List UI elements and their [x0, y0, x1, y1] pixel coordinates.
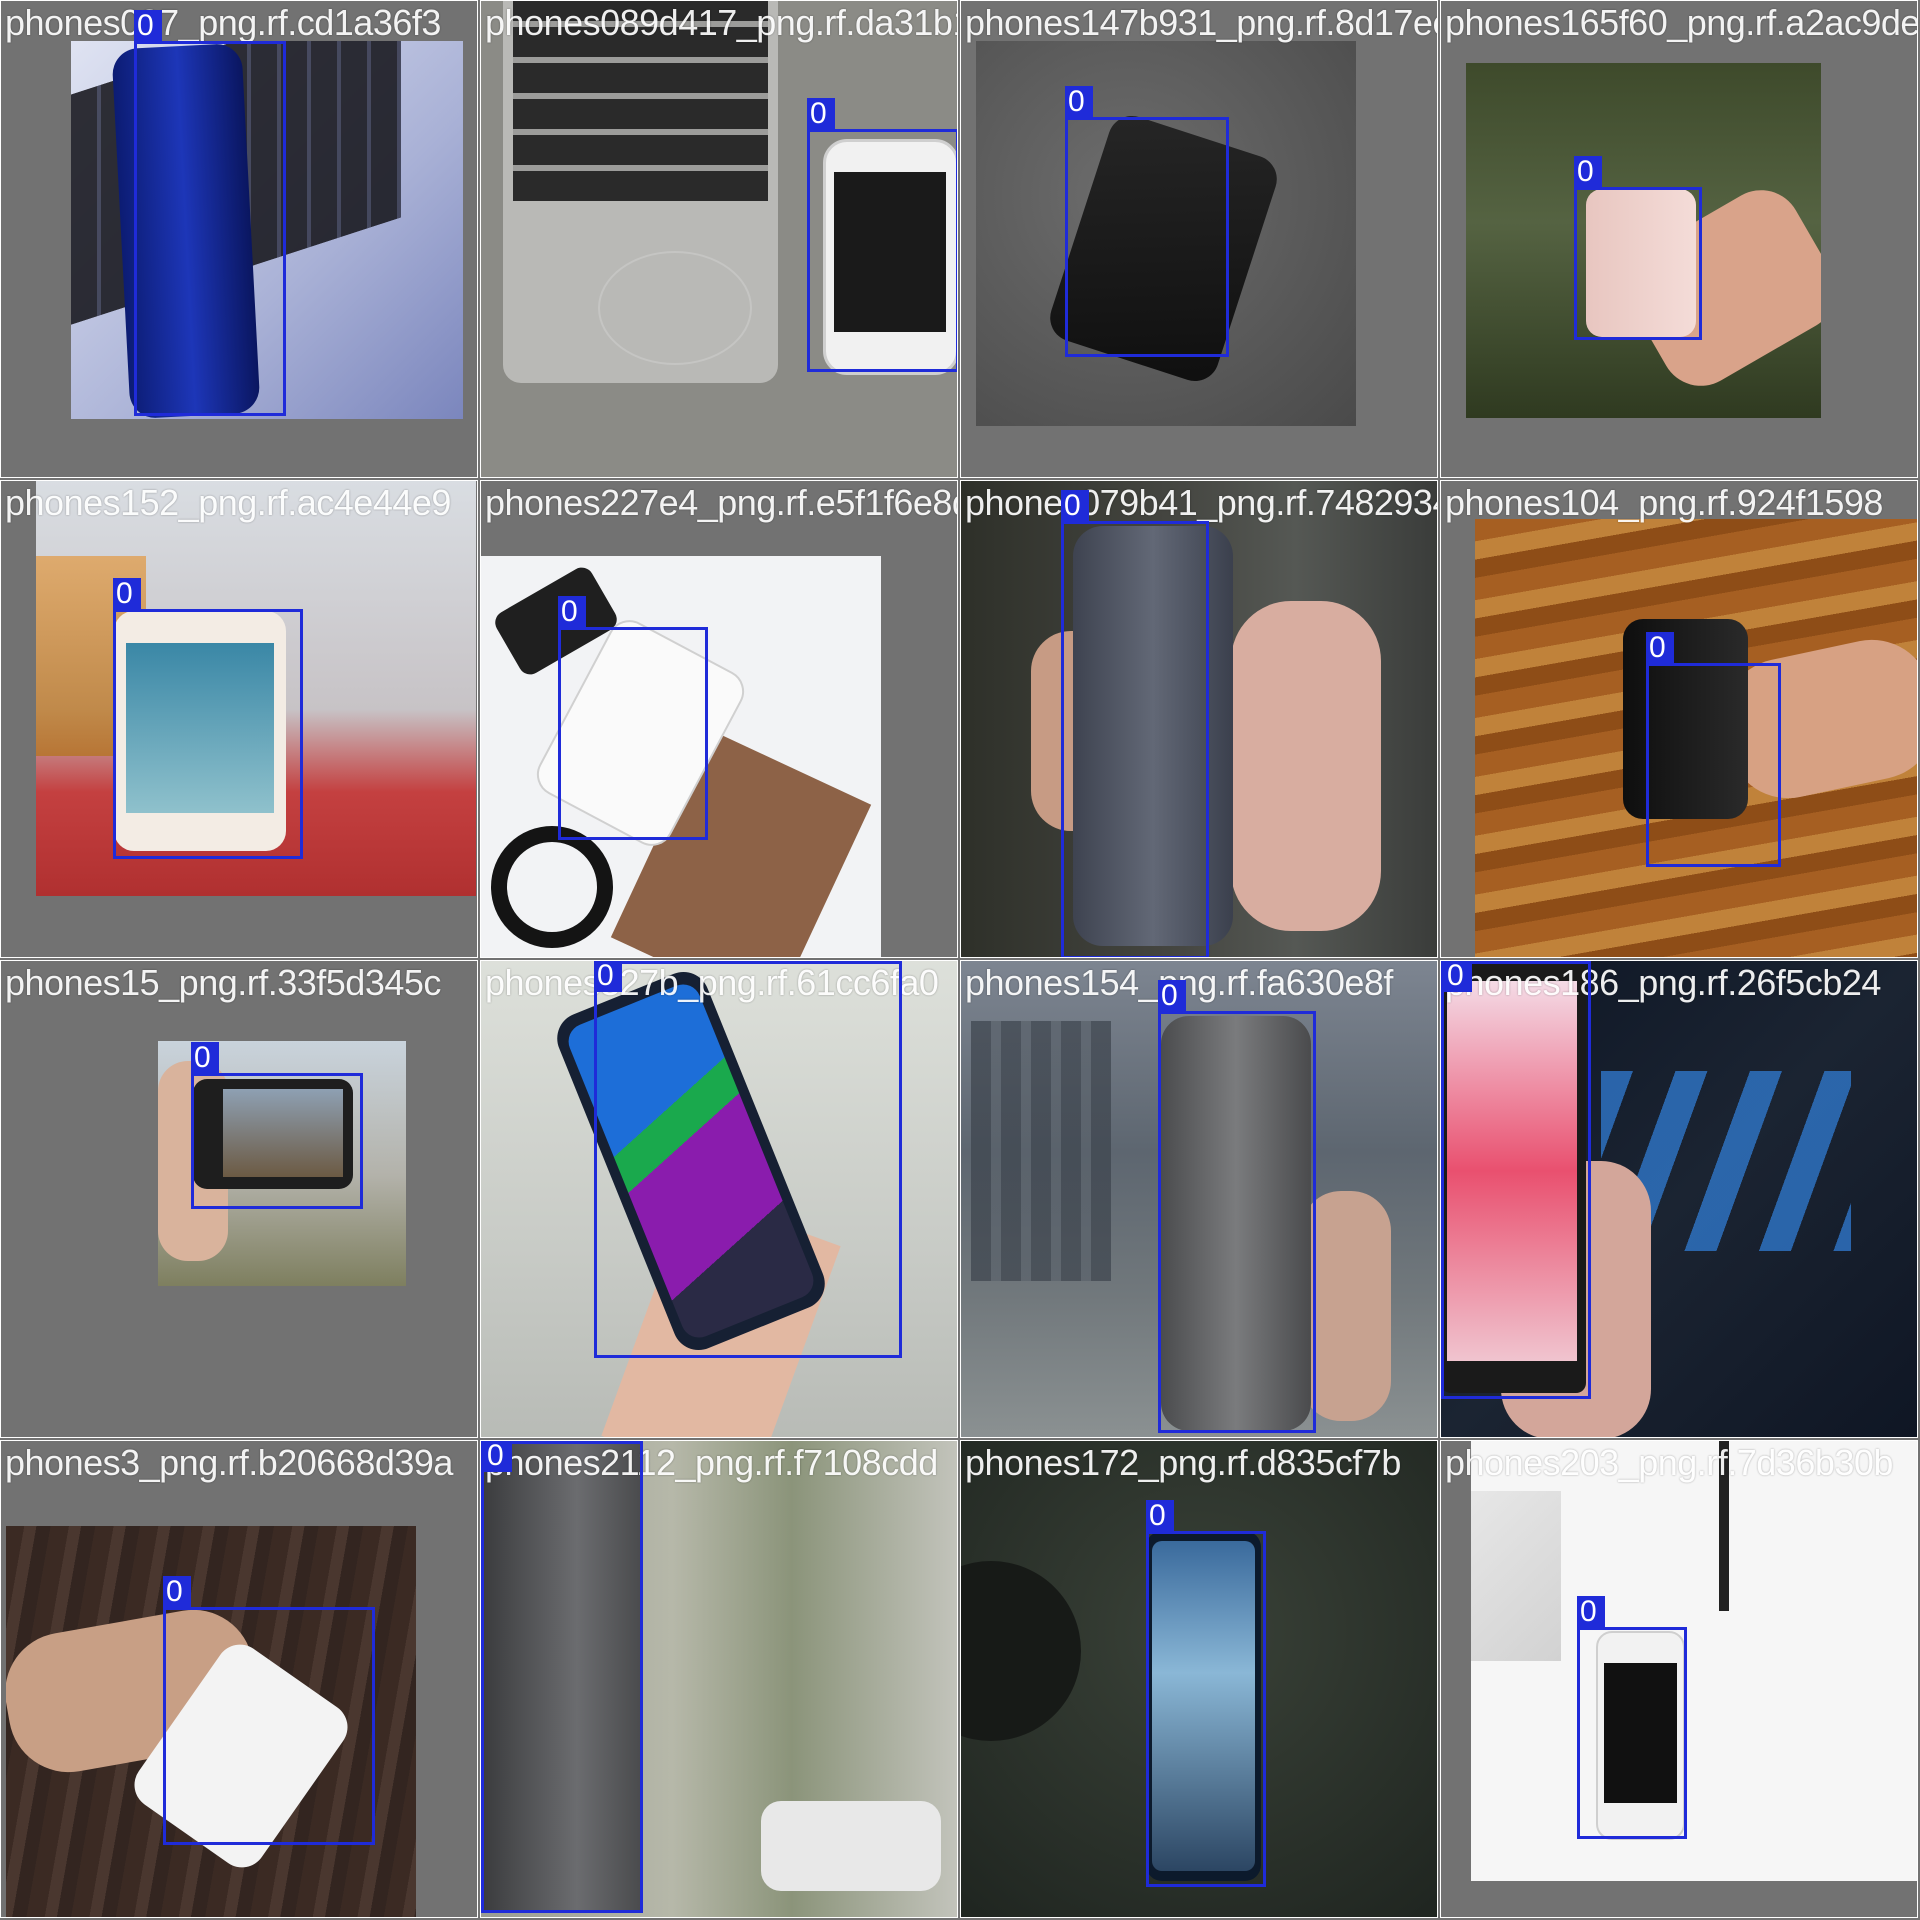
- image-tile: phones152_png.rf.ac4e44e9 0: [0, 480, 478, 958]
- class-label: 0: [558, 596, 586, 628]
- detection-box: 0: [558, 596, 708, 840]
- image-tile: phones079b41_png.rf.748293441 0: [960, 480, 1438, 958]
- image-filename: phones089d417_png.rf.da31b14f: [485, 2, 958, 43]
- laptop-sticker: [598, 251, 752, 365]
- image-tile: phones172_png.rf.d835cf7b 0: [960, 1440, 1438, 1918]
- class-label: 0: [807, 98, 835, 130]
- class-label: 0: [1146, 1500, 1174, 1532]
- detection-box: 0: [1646, 632, 1781, 867]
- detection-box: 0: [134, 10, 286, 416]
- class-label: 0: [134, 10, 162, 42]
- detection-box: 0: [191, 1042, 363, 1209]
- detection-box: 0: [1146, 1500, 1266, 1887]
- image-tile: phones165f60_png.rf.a2ac9de94a 0: [1440, 0, 1918, 478]
- image-filename: phones227e4_png.rf.e5f1f6e8d0: [485, 482, 958, 523]
- image-tile: phones147b931_png.rf.8d17eea2 0: [960, 0, 1438, 478]
- class-label: 0: [484, 1441, 512, 1472]
- image-filename: phones203_png.rf.7d36b30b: [1445, 1442, 1893, 1483]
- image-tile: phones203_png.rf.7d36b30b 0: [1440, 1440, 1918, 1918]
- image-filename: phones147b931_png.rf.8d17eea2: [965, 2, 1437, 43]
- detection-box: 0: [481, 1441, 643, 1913]
- image-filename: phones037_png.rf.cd1a36f3: [5, 2, 441, 43]
- class-label: 0: [113, 578, 141, 610]
- class-label: 0: [1158, 980, 1186, 1012]
- image-filename: phones079b41_png.rf.748293441: [965, 482, 1437, 523]
- detection-box: 0: [807, 98, 957, 372]
- image-tile: phones186_png.rf.26f5cb24 0: [1440, 960, 1918, 1438]
- detection-box: 0: [594, 961, 902, 1358]
- image-tile: phones089d417_png.rf.da31b14f 0: [480, 0, 958, 478]
- bowl: [961, 1561, 1081, 1741]
- class-label: 0: [191, 1042, 219, 1074]
- image-tile: phones2112_png.rf.f7108cdd 0: [480, 1440, 958, 1918]
- mosaic-grid: phones037_png.rf.cd1a36f3 0 phones089d41…: [0, 0, 1920, 1920]
- buildings: [971, 1021, 1111, 1281]
- class-label: 0: [1061, 490, 1089, 522]
- class-label: 0: [594, 961, 622, 992]
- marble-texture: [1471, 1491, 1561, 1661]
- image-tile: phones327b_png.rf.61cc6fa0 0: [480, 960, 958, 1438]
- image-filename: phones165f60_png.rf.a2ac9de94a: [1445, 2, 1918, 43]
- image-filename: phones15_png.rf.33f5d345c: [5, 962, 441, 1003]
- headphones: [491, 826, 613, 948]
- class-label: 0: [163, 1576, 191, 1608]
- detection-box: 0: [113, 578, 303, 859]
- image-tile: phones15_png.rf.33f5d345c 0: [0, 960, 478, 1438]
- image-tile: phones037_png.rf.cd1a36f3 0: [0, 0, 478, 478]
- hand: [1231, 601, 1381, 931]
- class-label: 0: [1646, 632, 1674, 664]
- image-tile: phones227e4_png.rf.e5f1f6e8d0 0: [480, 480, 958, 958]
- detection-box: 0: [163, 1576, 375, 1845]
- image-filename: phones152_png.rf.ac4e44e9: [5, 482, 451, 523]
- image-filename: phones104_png.rf.924f1598: [1445, 482, 1883, 523]
- detection-box: 0: [1441, 961, 1591, 1399]
- photo: [1471, 1441, 1917, 1881]
- class-label: 0: [1574, 156, 1602, 188]
- cable-box: [761, 1801, 941, 1891]
- detection-box: 0: [1574, 156, 1702, 340]
- detection-box: 0: [1065, 86, 1229, 357]
- class-label: 0: [1444, 961, 1472, 992]
- image-tile: phones154_png.rf.fa630e8f 0: [960, 960, 1438, 1438]
- class-label: 0: [1065, 86, 1093, 118]
- class-label: 0: [1577, 1596, 1605, 1628]
- image-filename: phones172_png.rf.d835cf7b: [965, 1442, 1401, 1483]
- detection-box: 0: [1577, 1596, 1687, 1839]
- image-filename: phones3_png.rf.b20668d39a: [5, 1442, 453, 1483]
- image-tile: phones3_png.rf.b20668d39a 0: [0, 1440, 478, 1918]
- laptop: [503, 1, 778, 383]
- detection-box: 0: [1158, 980, 1316, 1433]
- detection-box: 0: [1061, 490, 1209, 957]
- image-tile: phones104_png.rf.924f1598 0: [1440, 480, 1918, 958]
